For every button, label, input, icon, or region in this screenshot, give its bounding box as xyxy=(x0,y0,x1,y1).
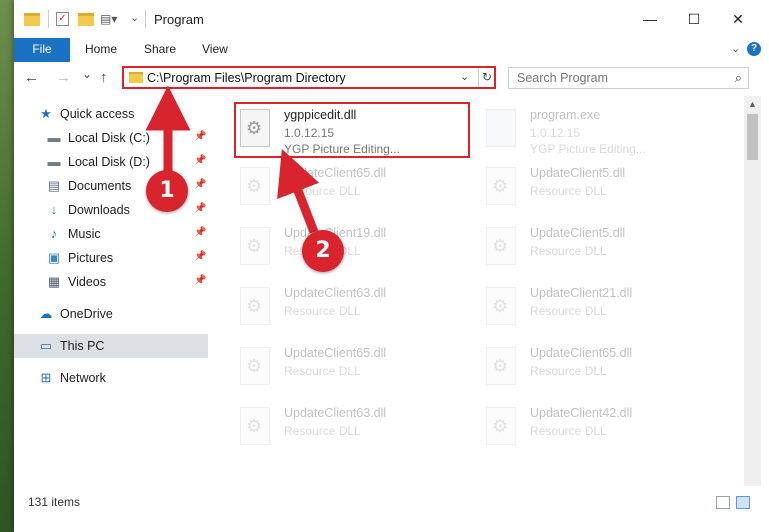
step2-arrow xyxy=(277,149,320,234)
step2-badge: 2 xyxy=(302,230,344,272)
step1-badge: 1 xyxy=(146,170,188,212)
annotation-arrows xyxy=(145,85,320,234)
